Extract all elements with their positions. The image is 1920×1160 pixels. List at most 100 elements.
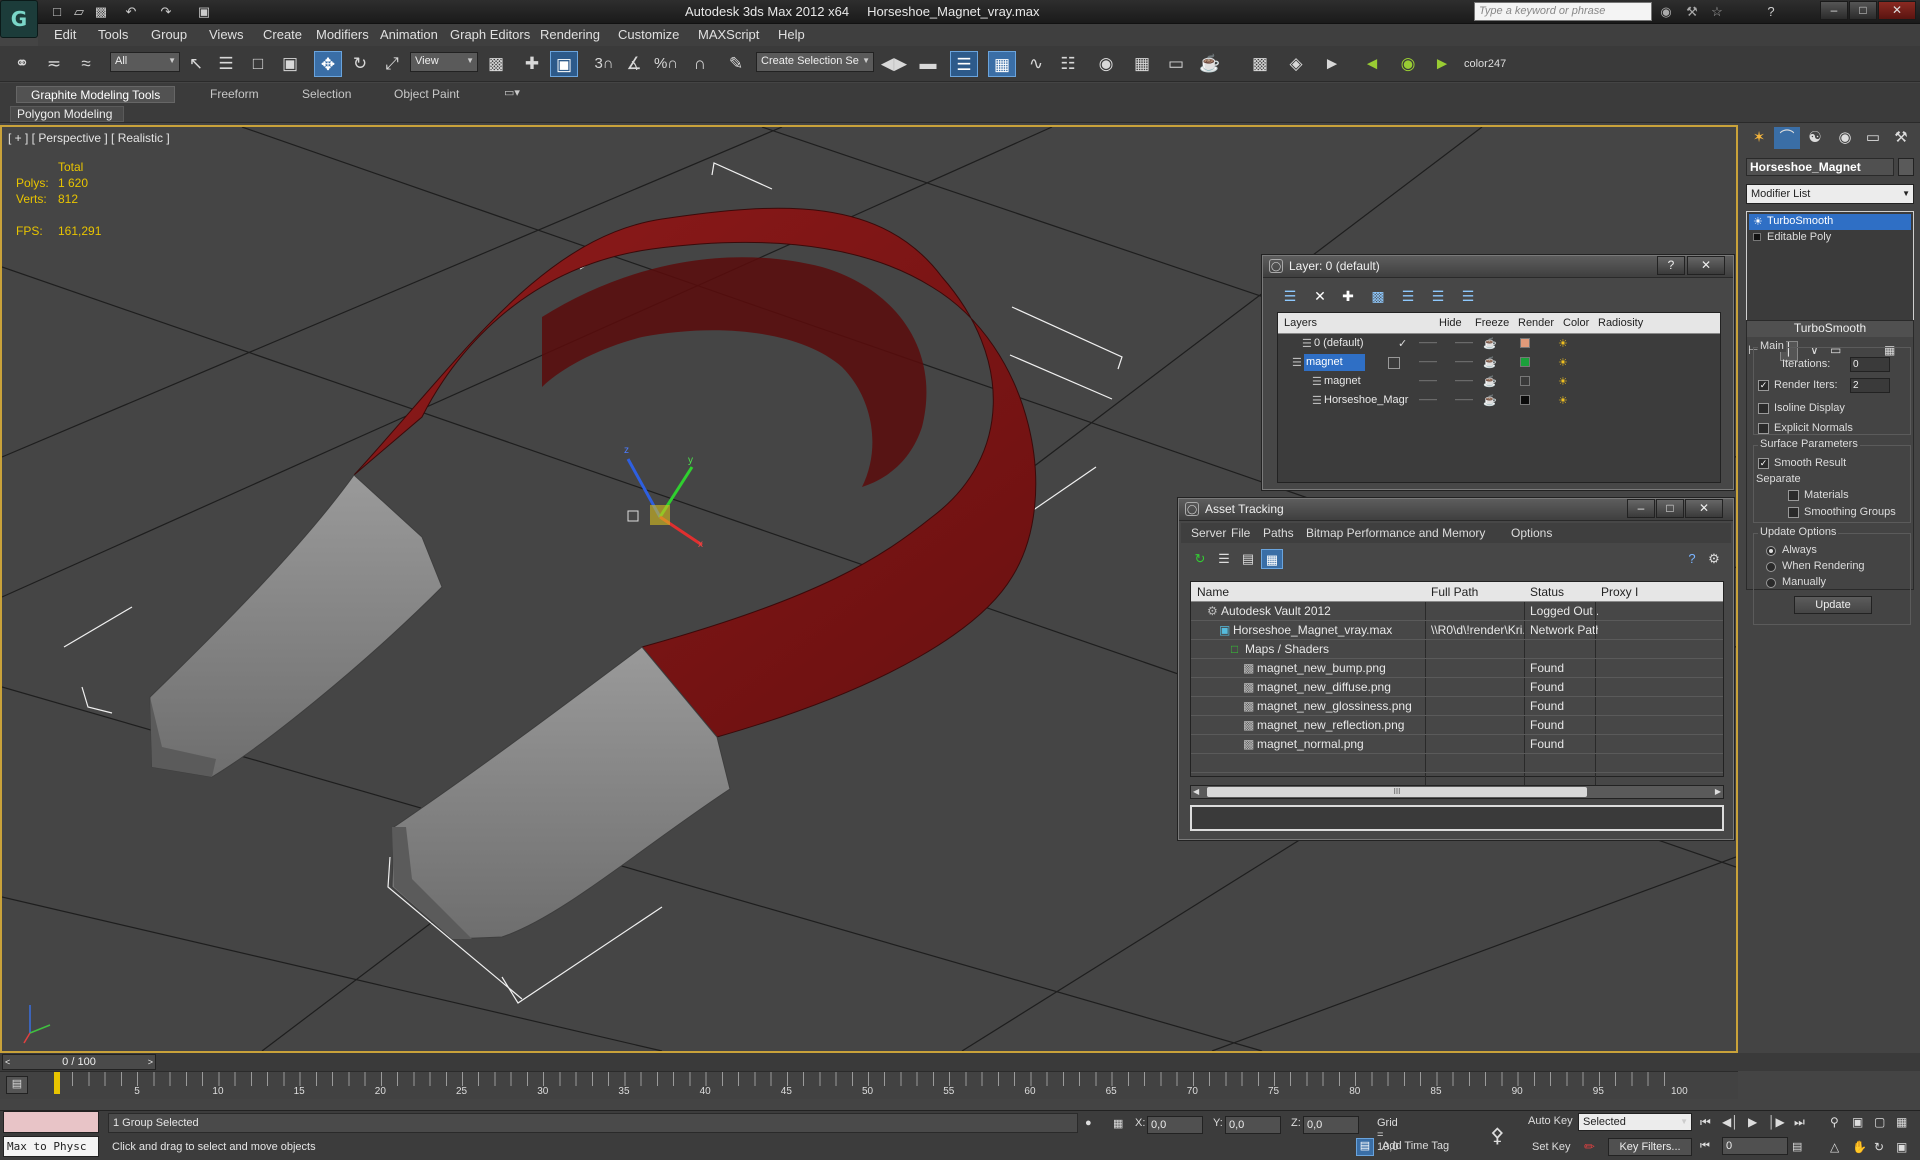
freeze-all-layers-icon[interactable]: ☰ (1457, 286, 1479, 306)
viewport-label[interactable]: [ + ] [ Perspective ] [ Realistic ] (8, 131, 170, 145)
perspective-viewport[interactable]: z y x [ + ] [ Perspective ] [ Realistic … (0, 125, 1738, 1053)
schematic-view-icon[interactable]: ☷ (1054, 51, 1082, 77)
graphite-tools-toggle-icon[interactable]: ▦ (988, 51, 1016, 77)
go-to-start-icon[interactable]: ⏮ (1700, 1115, 1711, 1130)
asset-menu-bitmap-performance[interactable]: Bitmap Performance and Memory (1306, 526, 1485, 540)
layer-help-button[interactable]: ? (1657, 256, 1685, 275)
object-color-swatch[interactable] (1898, 158, 1914, 176)
next-frame-icon[interactable]: │▶ (1768, 1115, 1785, 1129)
isoline-display-checkbox[interactable] (1758, 403, 1769, 414)
hide-toggle[interactable]: —— (1419, 394, 1437, 404)
menu-customize[interactable]: Customize (618, 27, 679, 42)
track-bar[interactable]: ▤ 5 10 15 20 25 30 35 40 45 50 55 60 65 70 75 80 85 90 95 1… (0, 1071, 1738, 1099)
hide-toggle[interactable]: —— (1419, 375, 1437, 385)
radiosity-icon[interactable]: ☀ (1558, 394, 1568, 407)
scroll-right-arrow[interactable]: ▶ (1715, 787, 1721, 796)
named-selection-icon[interactable]: ✎ (722, 51, 750, 77)
col-hide[interactable]: Hide (1439, 317, 1462, 329)
absolute-mode-icon[interactable]: ▦ (1113, 1117, 1123, 1130)
zoom-icon[interactable]: ⚲ (1830, 1115, 1839, 1129)
asset-row[interactable]: ▩ magnet_new_reflection.png Found (1191, 716, 1723, 735)
menu-help[interactable]: Help (778, 27, 805, 42)
col-color[interactable]: Color (1563, 317, 1589, 329)
open-file-icon[interactable]: ▱ (70, 3, 88, 20)
layer-row[interactable]: ☰ Horseshoe_Magr —— —— ☕ ☀ (1278, 391, 1720, 410)
layer-row[interactable]: ☰ magnet —— —— ☕ ☀ (1278, 372, 1720, 391)
menu-modifiers[interactable]: Modifiers (316, 27, 369, 42)
project-folder-icon[interactable]: ▣ (195, 3, 213, 20)
spinner-snap-icon[interactable]: ∩ (686, 51, 714, 77)
add-to-layer-icon[interactable]: ✚ (1337, 286, 1359, 306)
menu-create[interactable]: Create (263, 27, 302, 42)
smoothing-groups-checkbox[interactable] (1788, 507, 1799, 518)
selection-lock-icon[interactable]: ● (1085, 1117, 1092, 1129)
current-frame-field[interactable]: 0 (1722, 1137, 1788, 1155)
radiosity-icon[interactable]: ☀ (1558, 337, 1568, 350)
bind-space-warp-icon[interactable]: ≈ (72, 51, 100, 77)
materials-checkbox[interactable] (1788, 490, 1799, 501)
smooth-result-checkbox[interactable]: ✓ (1758, 458, 1769, 469)
asset-info-field[interactable] (1190, 805, 1724, 831)
time-slider[interactable]: < 0 / 100 > (2, 1054, 156, 1070)
render-toggle-icon[interactable]: ☕ (1483, 356, 1497, 369)
layer-name[interactable]: magnet (1324, 375, 1361, 387)
col-name[interactable]: Name (1197, 585, 1229, 599)
render-iters-spinner[interactable]: 2 (1850, 378, 1890, 393)
hierarchy-tab-icon[interactable]: ☯ (1802, 127, 1828, 149)
layer-close-button[interactable]: ✕ (1687, 256, 1725, 275)
set-key-icon[interactable]: ⚴ (1490, 1123, 1505, 1148)
menu-tools[interactable]: Tools (98, 27, 128, 42)
refresh-icon[interactable]: ↻ (1189, 549, 1211, 569)
current-layer-check-icon[interactable]: ✓ (1398, 337, 1407, 350)
col-layers[interactable]: Layers (1284, 317, 1317, 329)
manipulate-icon[interactable]: ✚ (518, 51, 546, 77)
delete-layer-icon[interactable]: ✕ (1309, 286, 1331, 306)
time-tag-icon[interactable]: ▤ (1356, 1138, 1374, 1156)
key-filters-button[interactable]: Key Filters... (1608, 1138, 1692, 1156)
update-always-radio[interactable] (1766, 546, 1776, 556)
asset-row[interactable]: ▩ magnet_normal.png Found (1191, 735, 1723, 754)
asset-window-titlebar[interactable]: ◯ Asset Tracking – □ ✕ (1179, 499, 1733, 521)
key-mode-toggle-icon[interactable]: ⏮ (1700, 1140, 1710, 1153)
menu-maxscript[interactable]: MAXScript (698, 27, 759, 42)
layer-row[interactable]: ☰ magnet —— —— ☕ ☀ (1278, 353, 1720, 372)
y-coordinate-field[interactable]: 0,0 (1225, 1116, 1281, 1134)
col-freeze[interactable]: Freeze (1475, 317, 1509, 329)
col-radiosity[interactable]: Radiosity (1598, 317, 1643, 329)
close-button[interactable]: ✕ (1878, 1, 1916, 20)
maxscript-listener-mini[interactable] (3, 1111, 99, 1133)
binoculars-icon[interactable]: ◉ (1657, 3, 1675, 20)
select-objects-in-layer-icon[interactable]: ▩ (1367, 286, 1389, 306)
select-link-icon[interactable]: ⚭ (8, 51, 36, 77)
modify-tab-icon[interactable]: ⌒ (1774, 127, 1800, 149)
update-manually-radio[interactable] (1766, 578, 1776, 588)
hide-toggle[interactable]: —— (1419, 337, 1437, 347)
asset-minimize-button[interactable]: – (1627, 499, 1655, 518)
render-iters-checkbox[interactable]: ✓ (1758, 380, 1769, 391)
zoom-all-icon[interactable]: ▣ (1852, 1115, 1863, 1129)
col-proxy[interactable]: Proxy I (1601, 585, 1638, 599)
field-of-view-icon[interactable]: △ (1830, 1140, 1839, 1154)
col-full-path[interactable]: Full Path (1431, 585, 1478, 599)
vray-icon-6[interactable]: ► (1428, 51, 1456, 77)
pan-view-icon[interactable]: ✋ (1852, 1140, 1867, 1154)
maximize-button[interactable]: □ (1849, 1, 1877, 20)
asset-menu-options[interactable]: Options (1511, 526, 1552, 540)
freeze-toggle[interactable]: —— (1455, 356, 1473, 366)
snaps-toggle-icon[interactable]: 3∩ (590, 51, 618, 77)
reference-coordinate-dropdown[interactable]: View (410, 52, 478, 72)
tab-object-paint[interactable]: Object Paint (380, 86, 473, 103)
select-object-icon[interactable]: ↖ (182, 51, 210, 77)
stack-item-editable-poly[interactable]: Editable Poly (1749, 230, 1911, 246)
asset-row[interactable]: ▩ magnet_new_diffuse.png Found (1191, 678, 1723, 697)
menu-animation[interactable]: Animation (380, 27, 438, 42)
modifier-list-dropdown[interactable]: Modifier List (1746, 184, 1914, 204)
layer-row[interactable]: ☰ 0 (default) ✓ —— —— ☕ ☀ (1278, 334, 1720, 353)
layer-name[interactable]: 0 (default) (1314, 337, 1364, 349)
render-toggle-icon[interactable]: ☕ (1483, 375, 1497, 388)
time-next-arrow[interactable]: > (148, 1055, 153, 1069)
highlight-selected-layer-icon[interactable]: ☰ (1397, 286, 1419, 306)
keyboard-shortcut-override-icon[interactable]: ▣ (550, 51, 578, 77)
object-name-field[interactable]: Horseshoe_Magnet (1746, 158, 1894, 176)
update-button[interactable]: Update (1794, 596, 1872, 614)
